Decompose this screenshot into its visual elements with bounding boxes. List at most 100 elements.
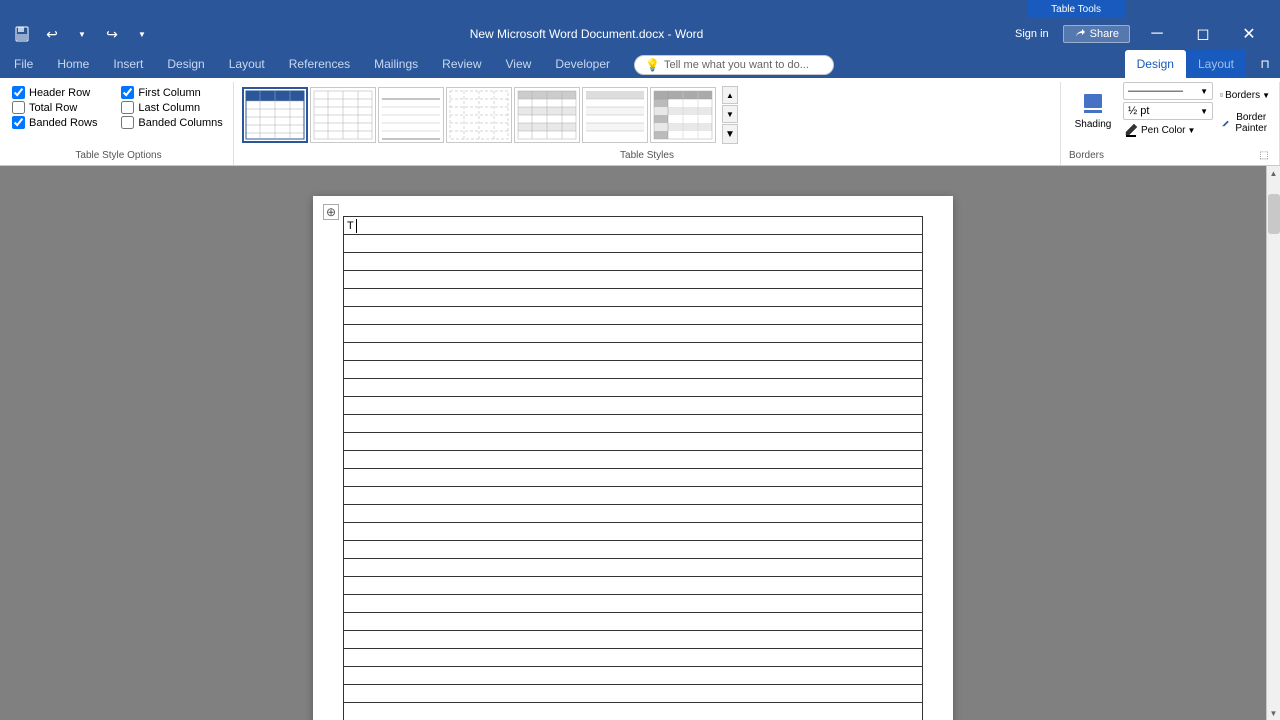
first-column-checkbox[interactable] xyxy=(121,86,134,99)
share-button[interactable]: Share xyxy=(1063,25,1130,43)
table-cell[interactable] xyxy=(344,397,923,415)
banded-columns-option[interactable]: Banded Columns xyxy=(121,116,222,129)
table-row: T xyxy=(344,217,923,235)
table-cell-1-1[interactable]: T xyxy=(344,217,923,235)
banded-rows-checkbox[interactable] xyxy=(12,116,25,129)
table-styles-scroll-up[interactable]: ▲ xyxy=(722,86,738,104)
table-cell[interactable] xyxy=(344,379,923,397)
tab-table-design[interactable]: Design xyxy=(1125,50,1186,78)
banded-rows-option[interactable]: Banded Rows xyxy=(12,116,113,129)
table-cell[interactable] xyxy=(344,523,923,541)
tab-file[interactable]: File xyxy=(2,50,45,78)
tell-me-input[interactable]: 💡 Tell me what you want to do... xyxy=(634,55,834,75)
table-cell[interactable] xyxy=(344,667,923,685)
text-cursor xyxy=(356,219,357,233)
total-row-checkbox[interactable] xyxy=(12,101,25,114)
header-row-option[interactable]: Header Row xyxy=(12,86,113,99)
close-button[interactable]: ✕ xyxy=(1226,18,1272,50)
table-row xyxy=(344,667,923,685)
table-style-5[interactable] xyxy=(514,87,580,143)
borders-button[interactable]: Borders ▼ xyxy=(1219,82,1271,108)
table-row xyxy=(344,397,923,415)
tab-home[interactable]: Home xyxy=(45,50,101,78)
table-cell[interactable] xyxy=(344,271,923,289)
minimize-button[interactable]: ─ xyxy=(1134,18,1180,50)
tab-mailings[interactable]: Mailings xyxy=(362,50,430,78)
table-cell[interactable] xyxy=(344,415,923,433)
document-content: ⊕ T xyxy=(0,166,1266,720)
border-style-button[interactable]: ————— ▼ xyxy=(1123,82,1213,100)
shading-button[interactable]: Shading xyxy=(1069,82,1117,138)
document-table[interactable]: T xyxy=(343,216,923,720)
tab-developer[interactable]: Developer xyxy=(543,50,622,78)
save-button[interactable] xyxy=(8,20,36,48)
table-style-3[interactable] xyxy=(378,87,444,143)
first-column-option[interactable]: First Column xyxy=(121,86,222,99)
table-cell[interactable] xyxy=(344,307,923,325)
table-cell[interactable] xyxy=(344,541,923,559)
total-row-option[interactable]: Total Row xyxy=(12,101,113,114)
table-style-1[interactable] xyxy=(242,87,308,143)
ribbon-display-button[interactable]: ⊓ xyxy=(1251,50,1279,78)
table-styles-list xyxy=(242,87,716,143)
table-style-7[interactable] xyxy=(650,87,716,143)
table-row xyxy=(344,703,923,720)
table-cell[interactable] xyxy=(344,595,923,613)
table-cell[interactable] xyxy=(344,325,923,343)
table-row xyxy=(344,469,923,487)
banded-columns-checkbox[interactable] xyxy=(121,116,134,129)
table-cell[interactable] xyxy=(344,631,923,649)
tab-view[interactable]: View xyxy=(494,50,544,78)
table-cell[interactable] xyxy=(344,577,923,595)
customize-qat-button[interactable]: ▼ xyxy=(128,20,156,48)
tab-layout[interactable]: Layout xyxy=(217,50,277,78)
tab-review[interactable]: Review xyxy=(430,50,493,78)
scroll-down-button[interactable]: ▼ xyxy=(1267,706,1280,720)
table-move-handle[interactable]: ⊕ xyxy=(323,204,339,220)
table-row xyxy=(344,433,923,451)
tab-design[interactable]: Design xyxy=(155,50,216,78)
table-cell[interactable] xyxy=(344,559,923,577)
table-row xyxy=(344,289,923,307)
scroll-up-button[interactable]: ▲ xyxy=(1267,166,1280,180)
last-column-checkbox[interactable] xyxy=(121,101,134,114)
table-cell[interactable] xyxy=(344,253,923,271)
table-cell[interactable] xyxy=(344,469,923,487)
border-painter-button[interactable]: Border Painter xyxy=(1219,110,1271,136)
table-styles-more[interactable]: ▼ xyxy=(722,124,738,144)
tab-references[interactable]: References xyxy=(277,50,362,78)
content-area: ⊕ T xyxy=(0,166,1280,720)
table-cell[interactable] xyxy=(344,451,923,469)
header-row-checkbox[interactable] xyxy=(12,86,25,99)
table-row xyxy=(344,613,923,631)
vertical-scrollbar[interactable]: ▲ ▼ xyxy=(1266,166,1280,720)
table-cell[interactable] xyxy=(344,685,923,703)
table-cell[interactable] xyxy=(344,361,923,379)
border-width-button[interactable]: ½ pt ▼ xyxy=(1123,102,1213,120)
tab-insert[interactable]: Insert xyxy=(101,50,155,78)
table-cell[interactable] xyxy=(344,649,923,667)
scrollbar-thumb[interactable] xyxy=(1268,194,1280,234)
table-cell[interactable] xyxy=(344,505,923,523)
last-column-option[interactable]: Last Column xyxy=(121,101,222,114)
table-cell[interactable] xyxy=(344,487,923,505)
undo-button[interactable]: ↩ xyxy=(38,20,66,48)
table-cell[interactable] xyxy=(344,289,923,307)
table-cell[interactable] xyxy=(344,613,923,631)
table-cell[interactable] xyxy=(344,343,923,361)
table-cell[interactable] xyxy=(344,235,923,253)
tab-table-layout[interactable]: Layout xyxy=(1186,50,1246,78)
undo-dropdown[interactable]: ▼ xyxy=(68,20,96,48)
table-style-2[interactable] xyxy=(310,87,376,143)
redo-button[interactable]: ↪ xyxy=(98,20,126,48)
table-cell[interactable] xyxy=(344,703,923,720)
table-cell[interactable] xyxy=(344,433,923,451)
table-row xyxy=(344,361,923,379)
borders-dialog-launcher[interactable]: ⬚ xyxy=(1257,149,1271,163)
table-styles-scroll-down[interactable]: ▼ xyxy=(722,105,738,123)
sign-in-button[interactable]: Sign in xyxy=(1009,26,1055,42)
table-style-4[interactable] xyxy=(446,87,512,143)
border-painter-icon xyxy=(1220,114,1230,132)
restore-button[interactable]: ◻ xyxy=(1180,18,1226,50)
table-style-6[interactable] xyxy=(582,87,648,143)
